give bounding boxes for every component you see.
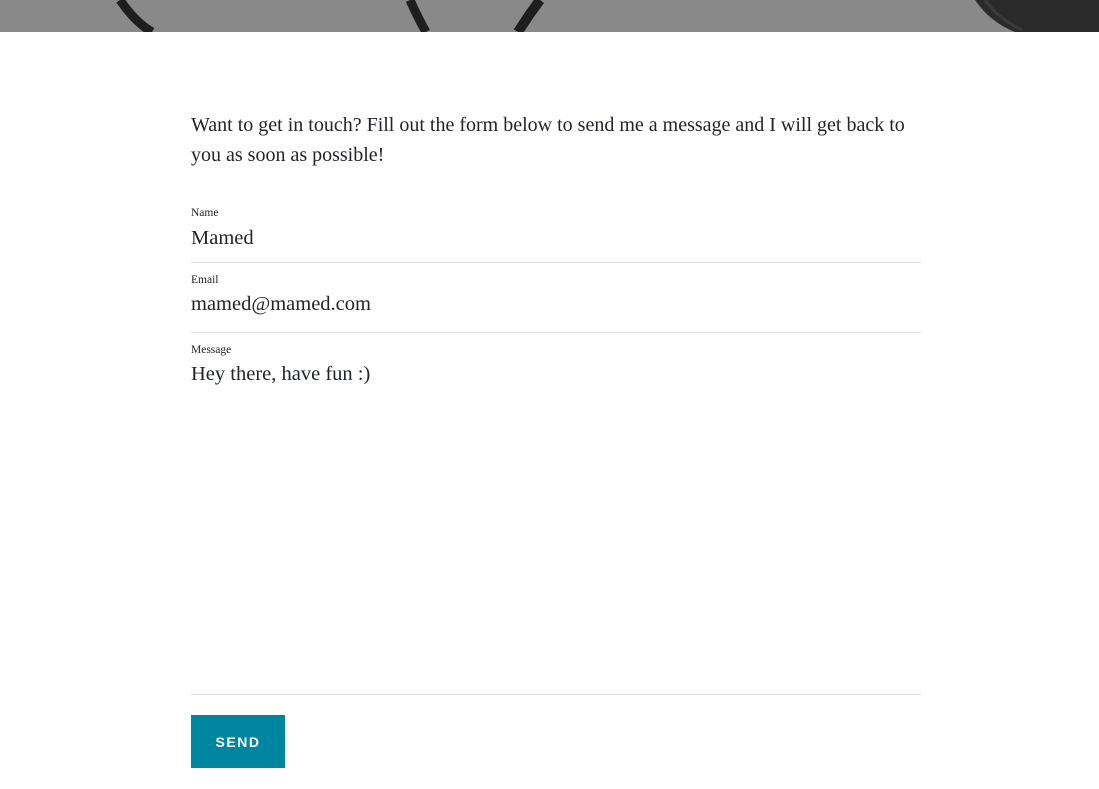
email-field-group: Email <box>191 273 921 333</box>
contact-form: Name Email Message Hey there, have fun :… <box>191 206 921 695</box>
hero-header-image <box>0 0 1099 32</box>
name-field-group: Name <box>191 206 921 263</box>
send-button[interactable]: Send <box>191 715 285 768</box>
contact-section: Want to get in touch? Fill out the form … <box>191 110 921 695</box>
message-field-group: Message Hey there, have fun :) <box>191 343 921 695</box>
name-label: Name <box>191 207 219 219</box>
message-label: Message <box>191 344 232 356</box>
contact-intro-text: Want to get in touch? Fill out the form … <box>191 114 905 166</box>
message-textarea[interactable]: Hey there, have fun :) <box>191 359 921 659</box>
name-input[interactable] <box>191 219 921 257</box>
email-input[interactable] <box>191 285 921 323</box>
hero-background-image <box>0 0 1099 32</box>
